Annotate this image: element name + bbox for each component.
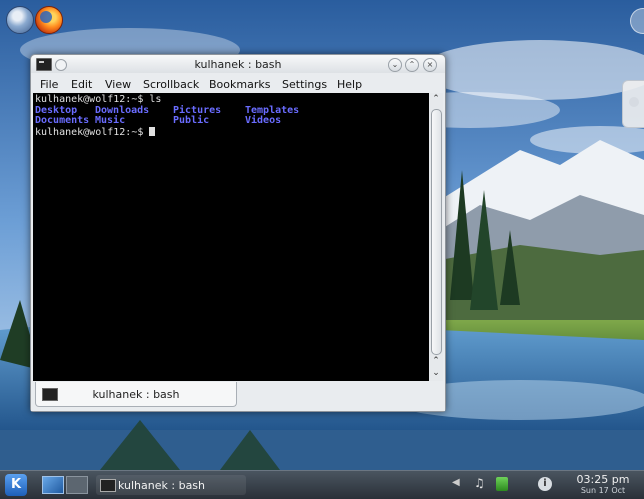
network-icon[interactable] [496, 477, 508, 491]
dir-public: Public [173, 115, 210, 126]
window-title: kulhanek : bash [194, 58, 282, 71]
scrollbar-thumb[interactable] [431, 109, 442, 355]
scroll-down-arrow-icon[interactable]: ⌄ [429, 367, 443, 379]
kde-menu-button[interactable]: K [5, 474, 27, 496]
menu-settings[interactable]: Settings [282, 78, 327, 91]
web-browser-icon[interactable] [6, 6, 34, 34]
desktop-widget-handle[interactable] [622, 80, 644, 128]
menu-edit[interactable]: Edit [71, 78, 92, 91]
tray-expand-icon[interactable]: ◀ [452, 477, 466, 491]
panel-clock[interactable]: 03:25 pm Sun 17 Oct [565, 473, 641, 496]
dir-documents: Documents [35, 115, 90, 126]
menu-view[interactable]: View [105, 78, 131, 91]
session-tab-label: kulhanek : bash [92, 388, 180, 401]
minimize-button[interactable]: ⌄ [388, 58, 402, 72]
session-tab[interactable]: kulhanek : bash [35, 382, 237, 407]
menu-file[interactable]: File [40, 78, 58, 91]
window-titlebar[interactable]: kulhanek : bash ⌄ ⌃ × [31, 55, 445, 73]
terminal-cursor [149, 126, 156, 136]
clock-date: Sun 17 Oct [580, 486, 626, 495]
terminal-line: kulhanek@wolf12:~$ [35, 126, 429, 138]
dir-templates: Templates [245, 104, 300, 116]
bottom-panel: K kulhanek : bash ◀ ♫ i 03:25 pm Sun 17 … [0, 470, 644, 499]
taskbar-item-label: kulhanek : bash [118, 479, 206, 492]
menu-bar: File Edit View Scrollback Bookmarks Sett… [31, 75, 445, 93]
session-tab-bar: kulhanek : bash [31, 381, 445, 411]
menu-scrollback[interactable]: Scrollback [143, 78, 199, 91]
terminal-task-icon [100, 479, 116, 492]
info-icon[interactable]: i [538, 477, 552, 491]
volume-icon[interactable]: ♫ [474, 476, 488, 490]
terminal-line: kulhanek@wolf12:~$ ls [35, 94, 162, 105]
desktop-pager-2[interactable] [66, 476, 88, 494]
dir-videos: Videos [245, 115, 282, 126]
konsole-window: kulhanek : bash ⌄ ⌃ × File Edit View Scr… [30, 54, 446, 412]
terminal-line: Documents Music Public Videos [35, 115, 429, 127]
maximize-button[interactable]: ⌃ [405, 58, 419, 72]
terminal-output[interactable]: kulhanek@wolf12:~$ ls Desktop Downloads Pi… [33, 93, 429, 381]
scroll-up-arrow-icon[interactable]: ⌃ [429, 355, 443, 367]
terminal-prompt: kulhanek@wolf12:~$ [35, 126, 150, 138]
taskbar-item-konsole[interactable]: kulhanek : bash [96, 475, 246, 495]
scroll-up-arrow-icon[interactable]: ⌃ [429, 93, 443, 105]
dir-music: Music [95, 115, 126, 126]
firefox-icon[interactable] [35, 6, 63, 34]
menu-bookmarks[interactable]: Bookmarks [209, 78, 270, 91]
terminal-scrollbar[interactable]: ⌃ ⌃ ⌄ [429, 93, 443, 381]
close-button[interactable]: × [423, 58, 437, 72]
clock-time: 03:25 pm [576, 473, 630, 486]
desktop-pager-1[interactable] [42, 476, 64, 494]
menu-help[interactable]: Help [337, 78, 362, 91]
